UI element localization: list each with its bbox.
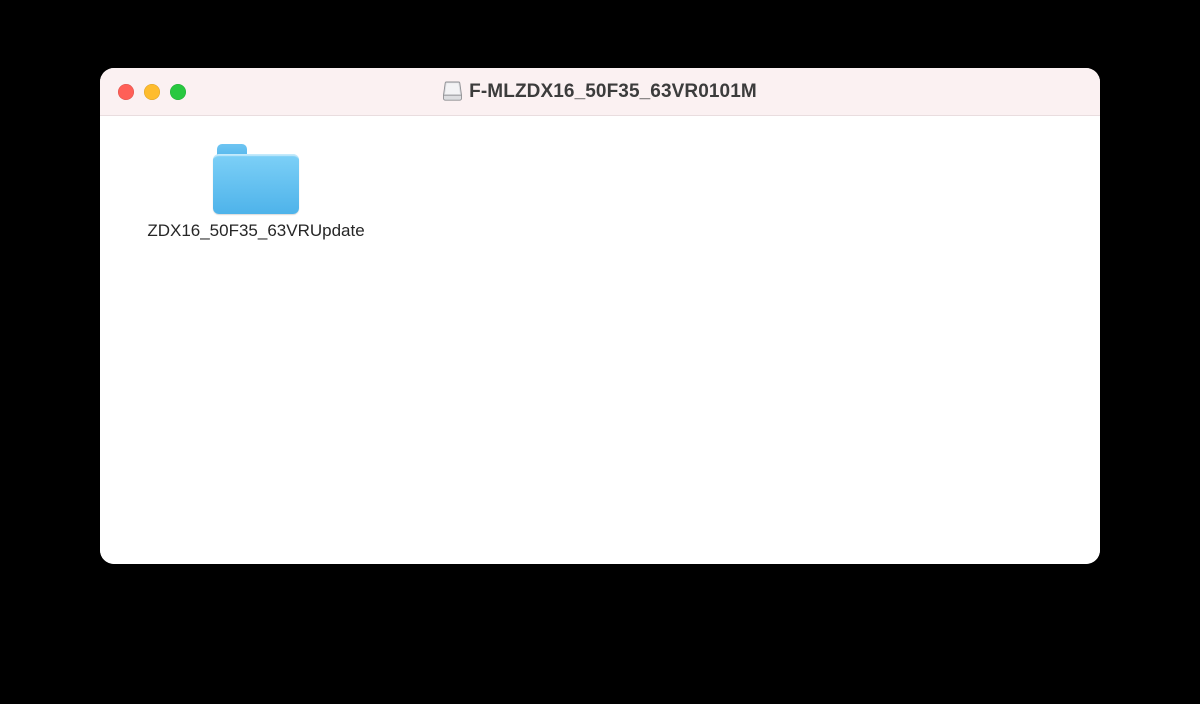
external-disk-icon [443, 81, 462, 102]
close-button[interactable] [118, 84, 134, 100]
window-traffic-lights [118, 84, 186, 100]
zoom-button[interactable] [170, 84, 186, 100]
window-content[interactable]: ZDX16_50F35_63VRUpdate [100, 116, 1100, 564]
window-title: F-MLZDX16_50F35_63VR0101M [469, 81, 757, 103]
window-title-group: F-MLZDX16_50F35_63VR0101M [443, 81, 757, 103]
finder-window: F-MLZDX16_50F35_63VR0101M ZDX16_50F35_63… [100, 68, 1100, 564]
window-titlebar[interactable]: F-MLZDX16_50F35_63VR0101M [100, 68, 1100, 116]
folder-icon [213, 144, 299, 214]
minimize-button[interactable] [144, 84, 160, 100]
folder-item[interactable]: ZDX16_50F35_63VRUpdate [116, 144, 396, 241]
folder-label: ZDX16_50F35_63VRUpdate [147, 220, 364, 241]
